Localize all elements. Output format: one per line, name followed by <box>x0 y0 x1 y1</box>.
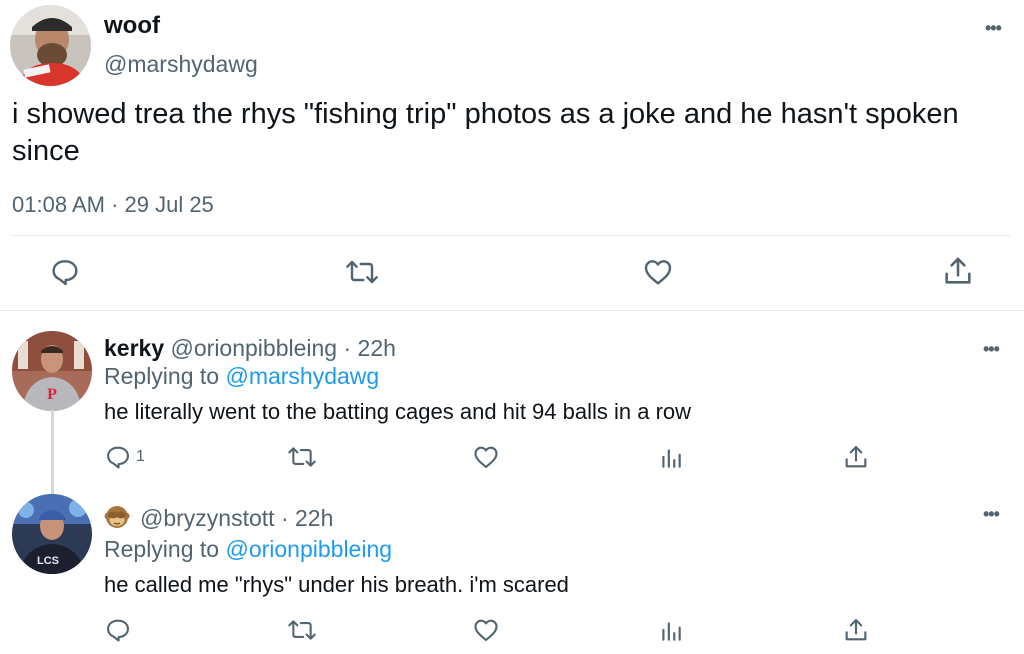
mention-link[interactable]: @marshydawg <box>225 363 379 389</box>
avatar-photo: P <box>12 331 92 411</box>
views-icon[interactable] <box>658 445 684 471</box>
reply-icon[interactable] <box>49 256 81 288</box>
mention-link[interactable]: @orionpibbleing <box>225 536 392 562</box>
reply-age[interactable]: · 22h <box>281 505 333 531</box>
share-icon[interactable] <box>842 616 870 644</box>
tweet-timestamp[interactable]: 01:08 AM · 29 Jul 25 <box>12 192 214 218</box>
svg-text:LCS: LCS <box>37 555 59 567</box>
main-tweet: woof @marshydawg ••• i showed trea the r… <box>0 0 1024 310</box>
like-icon[interactable] <box>472 616 500 644</box>
reply-icon[interactable] <box>104 616 132 644</box>
tweet-text: i showed trea the rhys "fishing trip" ph… <box>12 98 959 167</box>
display-name[interactable]: kerky <box>104 335 164 361</box>
share-icon[interactable] <box>842 443 870 471</box>
reply-header: @bryzynstott · 22h <box>104 504 333 536</box>
see-no-evil-monkey-icon <box>104 504 130 536</box>
retweet-icon[interactable] <box>287 443 317 471</box>
display-name[interactable]: woof <box>104 12 160 40</box>
replying-to-label: Replying to <box>104 536 220 562</box>
avatar-photo: LCS <box>12 494 92 574</box>
replying-to: Replying to @marshydawg <box>104 363 379 390</box>
share-icon[interactable] <box>941 254 975 288</box>
thread-line <box>51 410 54 494</box>
user-handle[interactable]: @bryzynstott <box>140 505 275 531</box>
avatar[interactable] <box>10 5 91 86</box>
reply-tweet: P kerky @orionpibbleing · 22h ••• Replyi… <box>0 311 1024 484</box>
svg-text:P: P <box>47 386 57 403</box>
reply-icon[interactable]: 1 <box>104 443 145 471</box>
reply-age[interactable]: · 22h <box>343 335 395 361</box>
retweet-icon[interactable] <box>287 616 317 644</box>
reply-text: he called me "rhys" under his breath. i'… <box>104 572 569 597</box>
more-options-icon[interactable]: ••• <box>983 504 1000 525</box>
replying-to: Replying to @orionpibbleing <box>104 536 392 563</box>
like-icon[interactable] <box>642 256 674 288</box>
reply-header: kerky @orionpibbleing · 22h <box>104 335 396 362</box>
more-options-icon[interactable]: ••• <box>983 339 1000 360</box>
avatar[interactable]: P <box>12 331 92 411</box>
user-handle[interactable]: @orionpibbleing <box>171 335 338 361</box>
reply-tweet: LCS @bryzynstott · 22h ••• Replying to @… <box>0 484 1024 654</box>
views-icon[interactable] <box>658 618 684 644</box>
divider <box>12 235 1010 236</box>
reply-count: 1 <box>136 448 145 465</box>
avatar[interactable]: LCS <box>12 494 92 574</box>
reply-text: he literally went to the batting cages a… <box>104 399 692 424</box>
like-icon[interactable] <box>472 443 500 471</box>
user-handle[interactable]: @marshydawg <box>104 51 258 78</box>
replying-to-label: Replying to <box>104 363 220 389</box>
more-options-icon[interactable]: ••• <box>985 18 1002 39</box>
tweet-actions <box>0 252 1024 292</box>
retweet-icon[interactable] <box>344 256 380 288</box>
avatar-photo <box>10 5 91 86</box>
